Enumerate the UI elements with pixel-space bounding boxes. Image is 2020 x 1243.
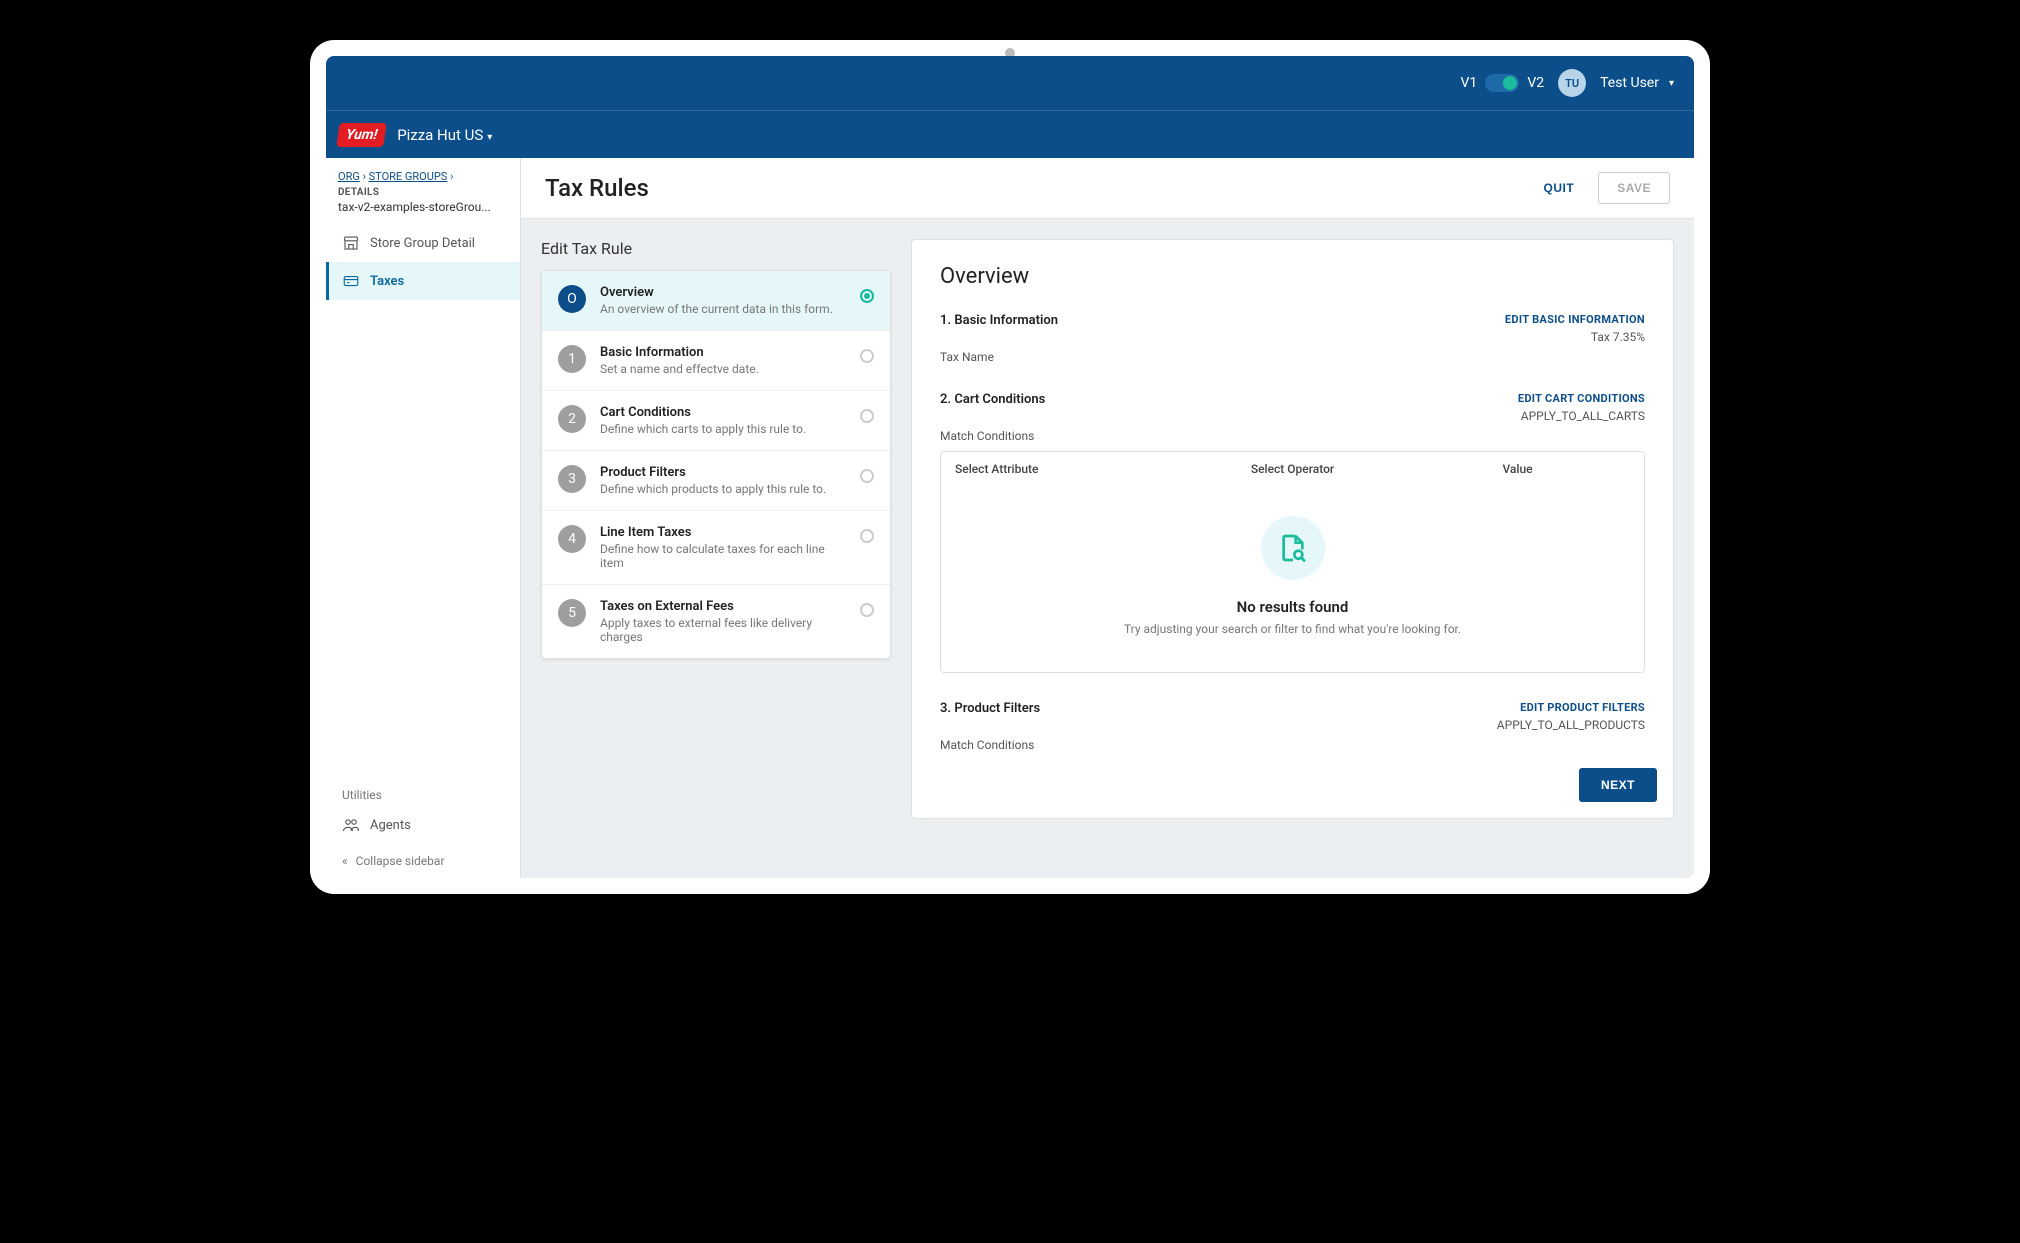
empty-desc: Try adjusting your search or filter to f…	[961, 622, 1624, 636]
yum-logo: Yum!	[336, 123, 387, 147]
collapse-sidebar-button[interactable]: « Collapse sidebar	[326, 844, 520, 878]
avatar[interactable]: TU	[1558, 69, 1586, 97]
sidebar-item-label: Taxes	[370, 274, 404, 289]
col-select-attribute: Select Attribute	[955, 462, 1180, 476]
radio-icon	[860, 289, 874, 303]
radio-icon	[860, 409, 874, 423]
sidebar-item-store-group-detail[interactable]: Store Group Detail	[326, 224, 520, 262]
section-cart-conditions: 2. Cart Conditions EDIT CART CONDITIONS …	[940, 392, 1645, 673]
radio-icon	[860, 469, 874, 483]
match-conditions-label: Match Conditions	[940, 738, 1034, 752]
tax-name-value: Tax 7.35%	[1505, 330, 1645, 344]
col-select-operator: Select Operator	[1180, 462, 1405, 476]
conditions-table: Select Attribute Select Operator Value N…	[940, 451, 1645, 673]
details-label: DETAILS	[326, 187, 520, 198]
cart-conditions-value: APPLY_TO_ALL_CARTS	[1518, 409, 1645, 423]
edit-basic-information-button[interactable]: EDIT BASIC INFORMATION	[1505, 313, 1645, 326]
sidebar: ORG › STORE GROUPS › DETAILS tax-v2-exam…	[326, 158, 521, 878]
radio-icon	[860, 349, 874, 363]
breadcrumb-org[interactable]: ORG	[338, 170, 360, 183]
next-button[interactable]: NEXT	[1579, 768, 1657, 802]
user-menu[interactable]: Test User	[1600, 75, 1674, 91]
step-cart-conditions[interactable]: 2 Cart Conditions Define which carts to …	[542, 391, 890, 451]
detail-panel: Overview 1. Basic Information EDIT BASIC…	[911, 239, 1674, 819]
main-header: Tax Rules QUIT SAVE	[521, 158, 1694, 219]
edit-cart-conditions-button[interactable]: EDIT CART CONDITIONS	[1518, 392, 1645, 405]
section-product-filters: 3. Product Filters EDIT PRODUCT FILTERS …	[940, 701, 1645, 752]
detail-title: Overview	[940, 264, 1645, 289]
section-basic-information: 1. Basic Information EDIT BASIC INFORMAT…	[940, 313, 1645, 364]
details-path: tax-v2-examples-storeGrou...	[326, 198, 520, 224]
sidebar-item-agents[interactable]: Agents	[326, 806, 520, 844]
tax-name-label: Tax Name	[940, 350, 994, 364]
product-filters-value: APPLY_TO_ALL_PRODUCTS	[1497, 718, 1645, 732]
radio-icon	[860, 529, 874, 543]
store-icon	[342, 234, 360, 252]
empty-state: No results found Try adjusting your sear…	[941, 486, 1644, 672]
edit-tax-rule-heading: Edit Tax Rule	[541, 239, 891, 270]
taxes-icon	[342, 272, 360, 290]
brandbar: Yum! Pizza Hut US	[326, 110, 1694, 158]
match-conditions-label: Match Conditions	[940, 429, 1034, 443]
document-search-icon	[1261, 516, 1325, 580]
step-line-item-taxes[interactable]: 4 Line Item Taxes Define how to calculat…	[542, 511, 890, 585]
step-product-filters[interactable]: 3 Product Filters Define which products …	[542, 451, 890, 511]
edit-product-filters-button[interactable]: EDIT PRODUCT FILTERS	[1497, 701, 1645, 714]
utilities-label: Utilities	[326, 780, 520, 806]
step-taxes-external-fees[interactable]: 5 Taxes on External Fees Apply taxes to …	[542, 585, 890, 658]
sidebar-item-label: Agents	[370, 818, 411, 833]
radio-icon	[860, 603, 874, 617]
step-basic-information[interactable]: 1 Basic Information Set a name and effec…	[542, 331, 890, 391]
breadcrumb: ORG › STORE GROUPS ›	[326, 158, 520, 187]
page-title: Tax Rules	[545, 174, 649, 202]
step-overview[interactable]: O Overview An overview of the current da…	[542, 271, 890, 331]
stepper: O Overview An overview of the current da…	[541, 270, 891, 659]
main: Tax Rules QUIT SAVE Edit Tax Rule O	[521, 158, 1694, 878]
v2-label: V2	[1527, 75, 1544, 91]
chevron-left-icon: «	[342, 854, 348, 868]
version-toggle[interactable]	[1485, 74, 1519, 92]
breadcrumb-store-groups[interactable]: STORE GROUPS	[369, 170, 448, 183]
quit-button[interactable]: QUIT	[1530, 173, 1589, 203]
version-toggle-group: V1 V2	[1461, 74, 1545, 92]
sidebar-item-taxes[interactable]: Taxes	[326, 262, 520, 300]
save-button[interactable]: SAVE	[1598, 172, 1670, 204]
topbar: V1 V2 TU Test User	[326, 56, 1694, 110]
sidebar-item-label: Store Group Detail	[370, 236, 475, 251]
empty-title: No results found	[961, 598, 1624, 616]
agents-icon	[342, 816, 360, 834]
brand-selector[interactable]: Pizza Hut US	[397, 126, 492, 144]
col-value: Value	[1405, 462, 1630, 476]
v1-label: V1	[1461, 75, 1478, 91]
